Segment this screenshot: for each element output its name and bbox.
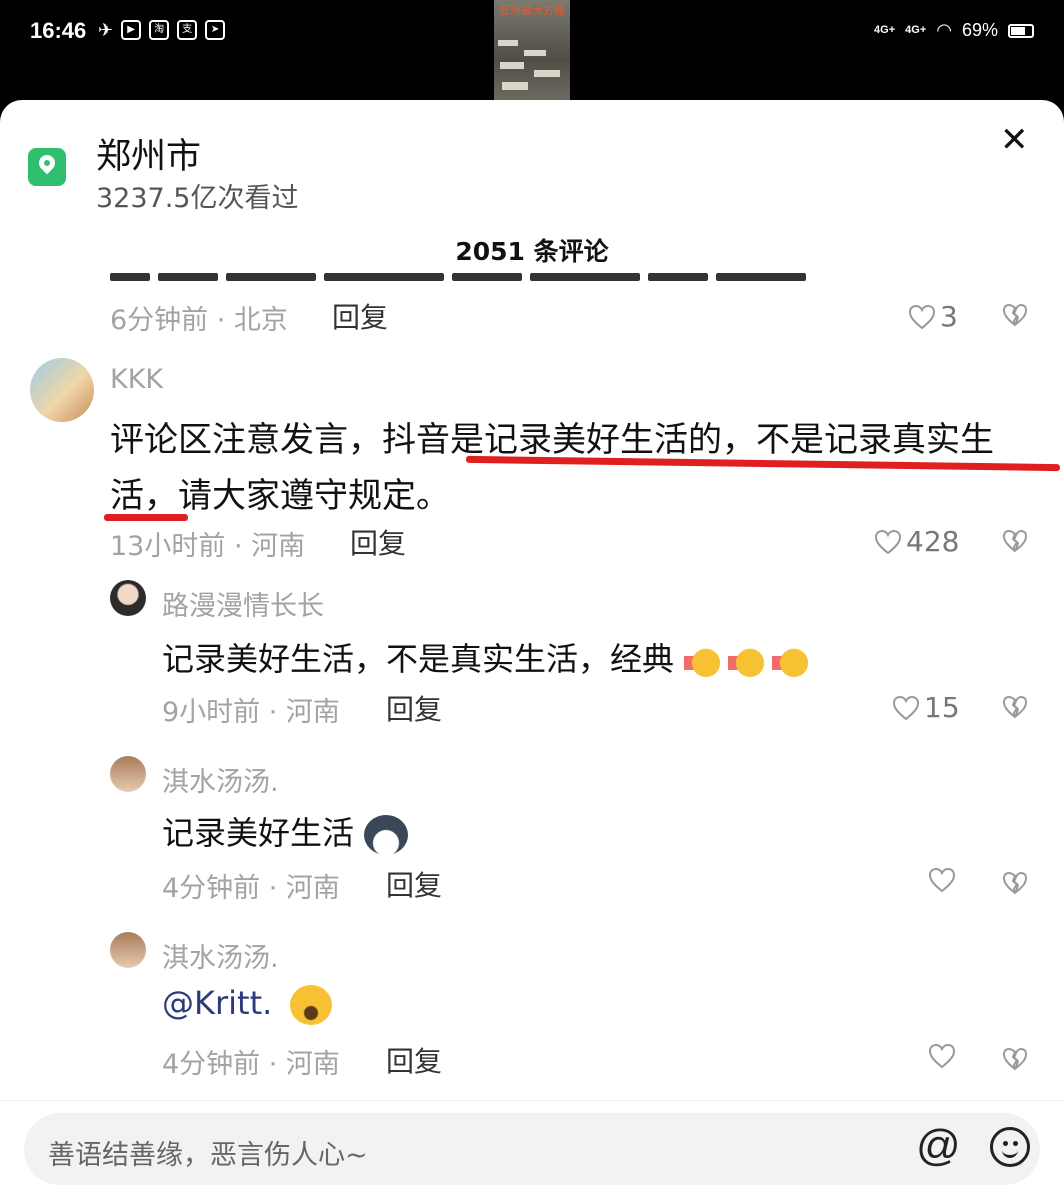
battery-fill	[1011, 26, 1025, 35]
comment-input[interactable]: 善语结善缘，恶言伤人心~ @	[24, 1113, 1040, 1185]
heart-icon	[928, 867, 956, 893]
broken-heart-icon	[1002, 1047, 1028, 1071]
play-icon: ▶	[121, 20, 142, 40]
comment-author[interactable]: 淇水汤汤.	[162, 760, 279, 799]
comment-count: 2051 条评论	[455, 237, 609, 266]
location-views: 3237.5亿次看过	[96, 183, 299, 214]
video-thumbnail[interactable]: 亚洲最大方舱	[494, 0, 570, 100]
dog-face-icon	[364, 815, 409, 855]
reply-button[interactable]: 回复	[332, 296, 388, 336]
comment-text-line1: 评论区注意发言，抖音是记录美好生活的，不是记录真实生	[110, 420, 994, 460]
comment-author[interactable]: 路漫漫情长长	[162, 584, 324, 623]
broken-heart-icon	[1002, 303, 1028, 327]
status-time: 16:46	[30, 18, 87, 43]
reply-button[interactable]: 回复	[386, 864, 442, 904]
emoji-icon[interactable]	[990, 1127, 1030, 1167]
location-title[interactable]: 郑州市	[96, 128, 201, 179]
broken-heart-icon	[1002, 695, 1028, 719]
comment-input-placeholder: 善语结善缘，恶言伤人心~	[48, 1140, 368, 1171]
dislike-button[interactable]	[1002, 529, 1028, 557]
truncated-comment-text	[110, 266, 890, 282]
alipay-icon: 支	[177, 20, 198, 40]
thumbs-up-icon	[728, 642, 769, 680]
avatar[interactable]	[110, 580, 146, 616]
signal-icon: 4G+	[874, 24, 896, 36]
status-bar: 16:46 ✈ ▶ 淘 支 ➤ 亚洲最大方舱 4G+ 4G+ ◠ 69%	[0, 0, 1064, 100]
comment-meta: 4分钟前 · 河南	[162, 1049, 340, 1080]
broken-heart-icon	[1002, 871, 1028, 895]
heart-icon	[928, 1043, 956, 1069]
like-button[interactable]	[928, 1043, 960, 1069]
like-count: 3	[940, 300, 958, 333]
reply-button[interactable]: 回复	[386, 1040, 442, 1080]
send-icon: ➤	[205, 20, 226, 40]
battery-percent: 69%	[961, 20, 998, 40]
comment-text-body: 记录美好生活，不是真实生活，经典	[162, 640, 675, 678]
battery-icon	[1008, 23, 1034, 38]
like-count: 15	[924, 691, 960, 724]
status-right: 4G+ 4G+ ◠ 69%	[874, 20, 1034, 41]
broken-heart-icon	[1002, 529, 1028, 553]
comment-meta: 13小时前 · 河南	[110, 531, 306, 562]
avatar[interactable]	[30, 358, 94, 422]
mention-link[interactable]: @Kritt.	[162, 984, 272, 1022]
like-button[interactable]	[928, 867, 960, 893]
thumbs-up-icon	[684, 642, 725, 680]
like-button[interactable]: 15	[892, 691, 960, 724]
comment-text: 记录美好生活	[162, 808, 409, 855]
dislike-button[interactable]	[1002, 871, 1028, 899]
avatar[interactable]	[110, 932, 146, 968]
status-app-icons: ✈ ▶ 淘 支 ➤	[98, 20, 226, 41]
wifi-icon: ◠	[936, 20, 952, 40]
comments-sheet: 郑州市 3237.5亿次看过 ✕ 2051 条评论 6分钟前 · 北京 回复 3…	[0, 100, 1064, 1200]
like-count: 428	[906, 525, 960, 558]
location-pin-icon	[28, 148, 66, 186]
hall-beds-image	[498, 40, 560, 90]
comment-meta: 4分钟前 · 河南	[162, 873, 340, 904]
heart-icon	[908, 304, 936, 330]
comment-input-bar: 善语结善缘，恶言伤人心~ @	[0, 1100, 1064, 1200]
thumbs-up-icon	[772, 642, 813, 680]
mention-icon[interactable]: @	[916, 1121, 961, 1171]
close-icon[interactable]: ✕	[1000, 120, 1029, 160]
comment-text: 记录美好生活，不是真实生活，经典	[162, 634, 813, 680]
heart-icon	[874, 529, 902, 555]
dislike-button[interactable]	[1002, 695, 1028, 723]
plane-icon: ✈	[98, 20, 114, 41]
taobao-icon: 淘	[149, 20, 170, 40]
like-button[interactable]: 428	[874, 525, 959, 558]
reply-button[interactable]: 回复	[386, 688, 442, 728]
comment-author[interactable]: 淇水汤汤.	[162, 936, 279, 975]
comment-meta: 9小时前 · 河南	[162, 697, 340, 728]
comment-meta: 6分钟前 · 北京	[110, 305, 288, 336]
comment-text-body: 记录美好生活	[162, 814, 355, 852]
red-underline-2	[104, 514, 188, 521]
laughing-crying-face-icon	[290, 985, 333, 1025]
dislike-button[interactable]	[1002, 303, 1028, 331]
dislike-button[interactable]	[1002, 1047, 1028, 1075]
like-button[interactable]: 3	[908, 300, 958, 333]
comment-text: @Kritt.	[162, 984, 333, 1025]
signal-icon-2: 4G+	[905, 24, 927, 36]
comment-text-line2: 活，请大家遵守规定。	[110, 476, 450, 516]
heart-icon	[892, 695, 920, 721]
comment-author[interactable]: KKK	[110, 364, 163, 395]
avatar[interactable]	[110, 756, 146, 792]
reply-button[interactable]: 回复	[350, 522, 406, 562]
